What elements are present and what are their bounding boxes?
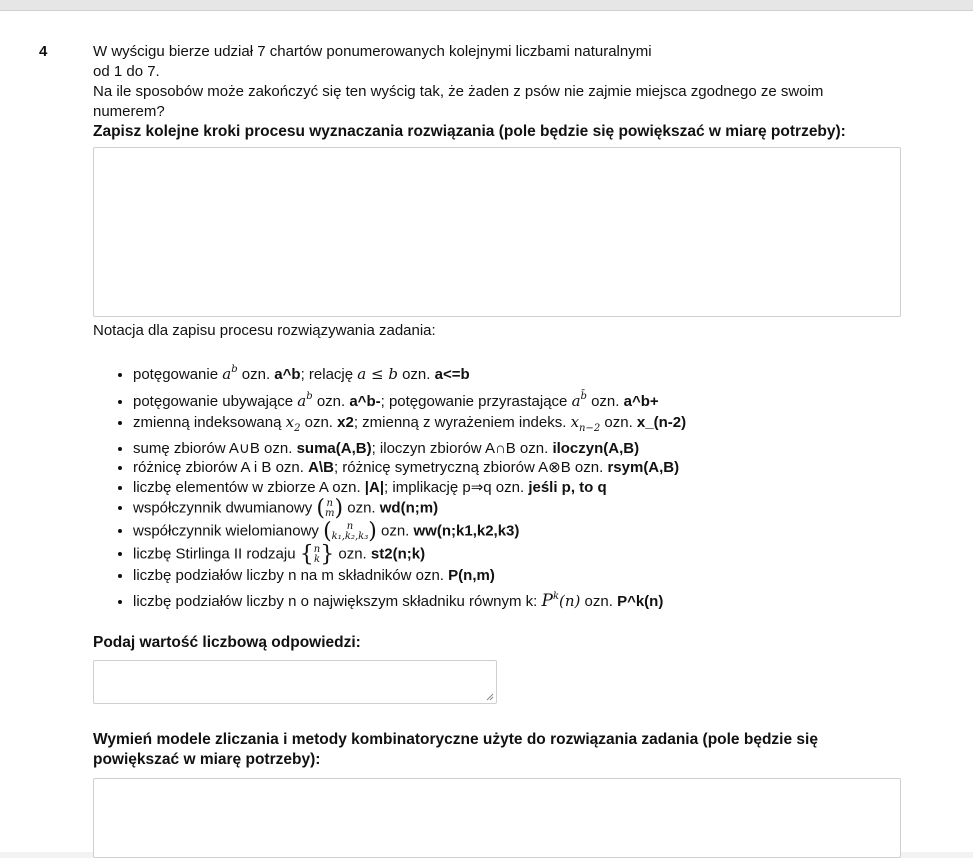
notation-code: jeśli p, to q [528,478,607,496]
notation-text: ; różnicę symetryczną zbiorów A⊗B ozn. [333,459,608,476]
notation-code: a<=b [434,366,470,383]
top-bar [0,0,973,11]
list-item: współczynnik dwumianowy (nm) ozn. wd(n;m… [133,497,901,520]
prompt-line-4: numerem? [93,103,165,120]
stirling-symbol: {n k} [299,542,335,567]
math-symbol: x [285,413,295,431]
notation-text: współczynnik wielomianowy [133,522,324,540]
resize-handle-icon[interactable] [486,693,494,701]
answer-label: Podaj wartość liczbową odpowiedzi: [93,633,361,651]
notation-code: A\B [308,459,334,476]
notation-text: liczbę Stirlinga II rodzaju [133,545,300,563]
models-label-line-1: Wymień modele zliczania i metody kombina… [93,730,818,748]
notation-text: ozn. [586,393,624,410]
notation-list: potęgowanie ab ozn. a^b; relację a ≤ b o… [93,359,901,613]
notation-text: ; potęgowanie przyrastające [380,393,572,410]
steps-textarea[interactable] [93,147,901,317]
notation-code: iloczyn(A,B) [552,439,640,457]
notation-text: ; iloczyn zbiorów A∩B ozn. [371,439,553,457]
notation-text: ozn. [334,545,371,563]
prompt-line-1: W wyścigu bierze udział 7 chartów ponume… [93,43,652,60]
notation-text: ozn. [312,393,350,410]
models-label-line-2: powiększać w miarę potrzeby): [93,750,321,768]
math-symbol: (n) [559,591,581,610]
notation-code: P(n,m) [448,567,495,584]
steps-label: Zapisz kolejne kroki procesu wyznaczania… [93,123,846,140]
models-label: Wymień modele zliczania i metody kombina… [93,730,901,770]
notation-title: Notacja dla zapisu procesu rozwiązywania… [93,322,436,339]
math-symbol: P [541,590,553,611]
list-item: sumę zbiorów A∪B ozn. suma(A,B); iloczyn… [133,439,901,459]
notation-text: ozn. [343,499,380,517]
list-item: liczbę podziałów liczby n na m składnikó… [133,566,901,586]
notation-text: ozn. [397,366,435,383]
list-item: potęgowanie ubywające ab ozn. a^b-; potę… [133,386,901,413]
math-symbol: a [222,365,232,383]
notation-text: ozn. [580,592,618,610]
question-number: 4 [39,43,48,60]
question-content: W wyścigu bierze udział 7 chartów ponume… [93,42,901,858]
math-symbol: a [297,392,307,410]
notation-text: liczbę podziałów liczby n na m składnikó… [133,567,449,584]
multinom-bottom: k₁,k₂,k₃ [331,531,369,542]
notation-text: ozn. [600,414,637,431]
notation-text: różnicę zbiorów A i B ozn. [133,459,309,476]
notation-text: współczynnik dwumianowy [133,499,317,517]
binomial-symbol: (n m) [316,496,344,521]
notation-text: zmienną indeksowaną [133,414,286,431]
notation-code: x2 [337,414,354,431]
math-symbol: x [570,413,580,431]
notation-code: wd(n;m) [379,499,439,517]
notation-code: st2(n;k) [370,545,426,563]
question-prompt: W wyścigu bierze udział 7 chartów ponume… [93,42,901,122]
notation-text: liczbę podziałów liczby n o największym … [133,592,542,610]
math-subscript: n−2 [579,423,601,434]
prompt-line-2: od 1 do 7. [93,63,160,80]
answer-input[interactable] [93,659,497,704]
models-textarea[interactable] [93,777,901,858]
notation-text: ozn. [300,414,338,431]
list-item: liczbę elementów w zbiorze A ozn. |A|; i… [133,478,901,498]
prompt-line-3: Na ile sposobów może zakończyć się ten w… [93,83,824,100]
notation-code: P^k(n) [617,592,664,610]
notation-text: potęgowanie ubywające [133,393,298,410]
multinomial-symbol: (n k₁,k₂,k₃) [323,519,377,544]
notation-code: ww(n;k1,k2,k3) [413,522,520,540]
list-item: różnicę zbiorów A i B ozn. A\B; różnicę … [133,458,901,478]
list-item: liczbę podziałów liczby n o największym … [133,586,901,613]
list-item: liczbę Stirlinga II rodzaju {nk} ozn. st… [133,543,901,566]
list-item: współczynnik wielomianowy (nk₁,k₂,k₃) oz… [133,520,901,543]
notation-text: liczbę elementów w zbiorze A ozn. [133,478,365,496]
notation-text: sumę zbiorów A∪B ozn. [133,439,297,457]
math-symbol: a [571,392,581,410]
notation-text: ozn. [237,366,275,383]
notation-code: suma(A,B) [296,439,372,457]
notation-code: rsym(A,B) [607,459,680,476]
question-page: 4 W wyścigu bierze udział 7 chartów ponu… [0,11,973,858]
notation-code: a^b+ [623,393,659,410]
notation-code: a^b [274,366,301,383]
notation-code: x_(n-2) [636,414,687,431]
notation-text: ; relację [300,366,358,383]
notation-code: a^b- [349,393,381,410]
notation-text: ; implikację p⇒q ozn. [384,478,529,496]
notation-code: |A| [364,478,385,496]
notation-text: ; zmienną z wyrażeniem indeks. [353,414,571,431]
math-symbol: a ≤ b [357,365,398,383]
notation-text: potęgowanie [133,366,223,383]
list-item: zmienną indeksowaną x2 ozn. x2; zmienną … [133,413,901,439]
notation-text: ozn. [376,522,414,540]
list-item: potęgowanie ab ozn. a^b; relację a ≤ b o… [133,359,901,386]
